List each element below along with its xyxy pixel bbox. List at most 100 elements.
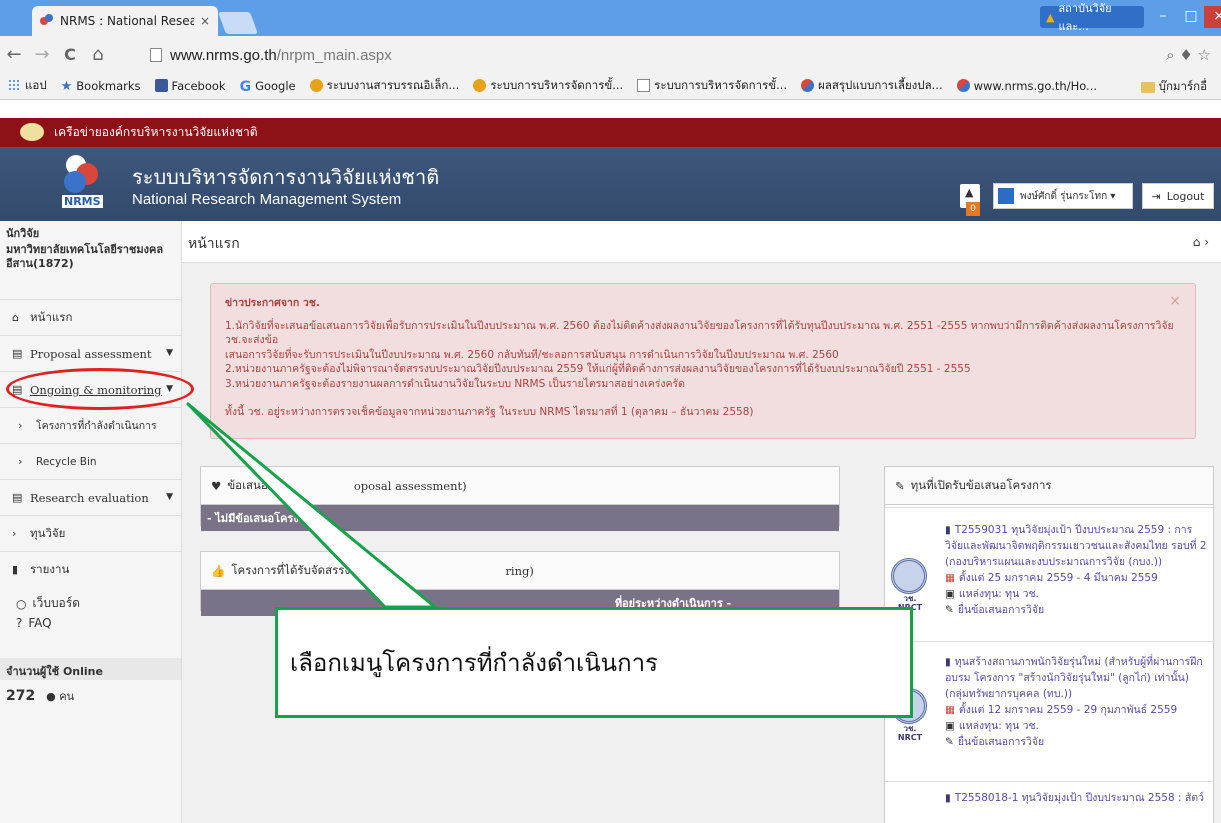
bookmark-icon: ▮ [945, 792, 951, 804]
breadcrumb-home-icon[interactable]: ⌂ › [1193, 235, 1209, 249]
bookmark-label: ระบบงานสารบรรณอิเล็ก... [326, 77, 460, 92]
warning-indicator[interactable]: ▲ สถาบันวิจัยและ... [1040, 2, 1144, 33]
emblem-code: วช. NRCT [897, 724, 923, 742]
user-role: นักวิจัย [6, 227, 40, 240]
forward-button[interactable]: → [28, 44, 56, 65]
bookmark-fish-summary[interactable]: ผลสรุปแบบการเลี้ยงปล... [801, 77, 943, 95]
doc-icon [637, 79, 651, 92]
page-icon [150, 48, 162, 62]
bookmark-google[interactable]: G Google [240, 78, 296, 96]
network-label: เครือข่ายองค์กรบริหารงานวิจัยแห่งชาติ [54, 125, 258, 139]
person-icon: ● [46, 690, 56, 703]
warning-title: สถาบันวิจัยและ... [1058, 2, 1112, 33]
open-grants-title: ทุนที่เปิดรับข้อเสนอโครงการ [910, 477, 1052, 492]
bookmark-nrms-home[interactable]: www.nrms.go.th/Ho... [956, 79, 1097, 93]
bookmark-other-label: บุ๊กมาร์กอื่ [1158, 79, 1207, 93]
sidebar-webboard[interactable]: ○ เว็บบอร์ด [16, 594, 80, 613]
nrms-icon [956, 79, 970, 92]
faq-label: FAQ [28, 616, 52, 630]
bookmark-label: Bookmarks [76, 78, 141, 93]
minimize-button[interactable]: – [1148, 6, 1178, 28]
sidebar-faq[interactable]: ? FAQ [16, 616, 52, 630]
sidebar-item-home[interactable]: ⌂ หน้าแรก [0, 299, 181, 335]
bookmark-label: Google [255, 78, 296, 93]
logout-icon: ⇥ [1151, 189, 1161, 203]
open-grants-header: ✎ ทุนที่เปิดรับข้อเสนอโครงการ [885, 467, 1213, 505]
grant-source: ▣ แหล่งทุน: ทุน วช. [945, 586, 1209, 602]
grant-item: ▮ T2558018-1 ทุนวิจัยมุ่งเป้า ปีงบประมาณ … [885, 781, 1215, 823]
grant-title[interactable]: ▮ T2559031 ทุนวิจัยมุ่งเป้า ปีงบประมาณ 25… [945, 522, 1209, 570]
url-field[interactable]: www.nrms.go.th/nrpm_main.aspx [150, 42, 1150, 68]
thumbs-up-icon: 👍 [211, 563, 226, 578]
alert-close-icon[interactable]: × [1169, 294, 1181, 309]
avatar [998, 188, 1014, 204]
bookmark-management-2[interactable]: ระบบการบริหารจัดการขั้... [637, 77, 787, 95]
back-button[interactable]: ← [0, 44, 28, 65]
sidebar-item-label: Research evaluation [30, 490, 149, 505]
bookmark-facebook[interactable]: Facebook [154, 79, 226, 93]
briefcase-icon: ▣ [945, 720, 955, 732]
grant-title-text: T2558018-1 ทุนวิจัยมุ่งเป้า ปีงบประมาณ 2… [954, 792, 1204, 804]
grant-title[interactable]: ▮ ทุนสร้างสถานภาพนักวิจัยรุ่นใหม่ (สำหรับ… [945, 654, 1209, 702]
bookmark-apps[interactable]: แอป [8, 77, 47, 95]
alert-line: 3.หน่วยงานภาครัฐจะต้องรายงานผลการดำเนินง… [225, 377, 686, 390]
chevron-right-icon: › [18, 455, 23, 468]
proposals-panel-header: ♥ ข้อเสนอ oposal assessment) [201, 467, 839, 505]
sidebar-item-label: ทุนวิจัย [30, 525, 66, 540]
network-strip: เครือข่ายองค์กรบริหารงานวิจัยแห่งชาติ [0, 118, 1221, 147]
callout-text: เลือกเมนูโครงการที่กำลังดำเนินการ [290, 649, 658, 677]
bell-icon: ▲ [965, 186, 974, 199]
bookmark-other[interactable]: บุ๊กมาร์กอื่ [1132, 78, 1207, 96]
maximize-button[interactable]: □ [1176, 6, 1206, 28]
chevron-down-icon: ▼ [166, 492, 173, 502]
chevron-right-icon: › [12, 527, 17, 540]
reload-button[interactable]: C [56, 45, 84, 64]
user-menu[interactable]: พงษ์ศักดิ์ รุ่นกระโทก ▾ [993, 183, 1133, 209]
sidebar-item-proposal-assessment[interactable]: ▤ Proposal assessment ▼ [0, 335, 181, 371]
lotus-icon [309, 79, 323, 92]
new-tab-button[interactable] [217, 12, 259, 34]
site-title-th: ระบบบริหารจัดการงานวิจัยแห่งชาติ [132, 165, 440, 189]
online-count-unit: ● คน [46, 690, 74, 703]
tab-title: NRMS : National Research [60, 14, 194, 28]
projects-panel-header: 👍 โครงการที่ได้รับจัดสรรงบ ring) [201, 552, 839, 590]
home-icon: ⌂ [12, 311, 19, 324]
alert-line: เสนอการวิจัยที่จะรับการประเมินในปีงบประม… [225, 348, 839, 361]
online-count-value: 272 [6, 688, 36, 704]
nrms-logo[interactable]: NRMS [62, 153, 104, 211]
chevron-right-icon: › [18, 419, 23, 432]
sidebar-item-research-evaluation[interactable]: ▤ Research evaluation ▼ [0, 479, 181, 515]
close-window-button[interactable]: × [1204, 6, 1221, 28]
bookmark-saraban[interactable]: ระบบงานสารบรรณอิเล็ก... [309, 77, 460, 95]
user-org: มหาวิทยาลัยเทคโนโลยีราชมงคลอีสาน(1872) [6, 243, 164, 270]
notification-button[interactable]: ▲ 0 [960, 184, 980, 216]
bookmark-label: แอป [25, 77, 47, 92]
logout-button[interactable]: ⇥ Logout [1142, 183, 1214, 209]
bookmark-bookmarks[interactable]: ★ Bookmarks [61, 78, 141, 95]
bookmark-management-1[interactable]: ระบบการบริหารจัดการขั้... [473, 77, 623, 95]
site-title-en: National Research Management System [132, 191, 402, 208]
sidebar-item-ongoing-projects[interactable]: › โครงการที่กำลังดำเนินการ [0, 407, 181, 443]
browser-tab[interactable]: NRMS : National Research × [32, 6, 218, 36]
nrms-logo-text: NRMS [62, 195, 103, 208]
sidebar-user-info: นักวิจัย มหาวิทยาลัยเทคโนโลยีราชมงคลอีสา… [0, 221, 181, 299]
grant-submit-link[interactable]: ✎ ยื่นข้อเสนอการวิจัย [945, 734, 1209, 750]
bookmark-icon: ▮ [945, 656, 951, 668]
sidebar-item-reports[interactable]: ▮ รายงาน [0, 551, 181, 587]
sidebar-item-recycle-bin[interactable]: › Recycle Bin [0, 443, 181, 479]
briefcase-icon: ▣ [945, 588, 955, 600]
announcement-alert: × ข่าวประกาศจาก วช. 1.นักวิจัยที่จะเสนอข… [210, 283, 1196, 439]
browser-tab-bar: NRMS : National Research × ▲ สถาบันวิจัย… [0, 0, 1221, 36]
home-button[interactable]: ⌂ [84, 44, 112, 65]
online-users-title: จำนวนผู้ใช้ Online [0, 658, 181, 680]
address-actions[interactable]: ⌕ ♦ ☆ [1166, 46, 1211, 64]
highlight-ellipse [6, 368, 194, 410]
pencil-icon: ✎ [895, 478, 905, 493]
folder-icon [1140, 81, 1155, 93]
grant-item: วช. NRCT ▮T2559031 ทุนวิจัยมุ่งเป้า ปีงบ… [885, 507, 1215, 641]
sidebar-item-research-fund[interactable]: › ทุนวิจัย [0, 515, 181, 551]
grant-submit-link[interactable]: ✎ ยื่นข้อเสนอการวิจัย [945, 602, 1209, 618]
tab-close-icon[interactable]: × [200, 14, 210, 28]
grant-date-text: ตั้งแต่ 25 มกราคม 2559 - 4 มีนาคม 2559 [958, 572, 1158, 584]
grant-title[interactable]: ▮ T2558018-1 ทุนวิจัยมุ่งเป้า ปีงบประมาณ … [945, 790, 1209, 806]
